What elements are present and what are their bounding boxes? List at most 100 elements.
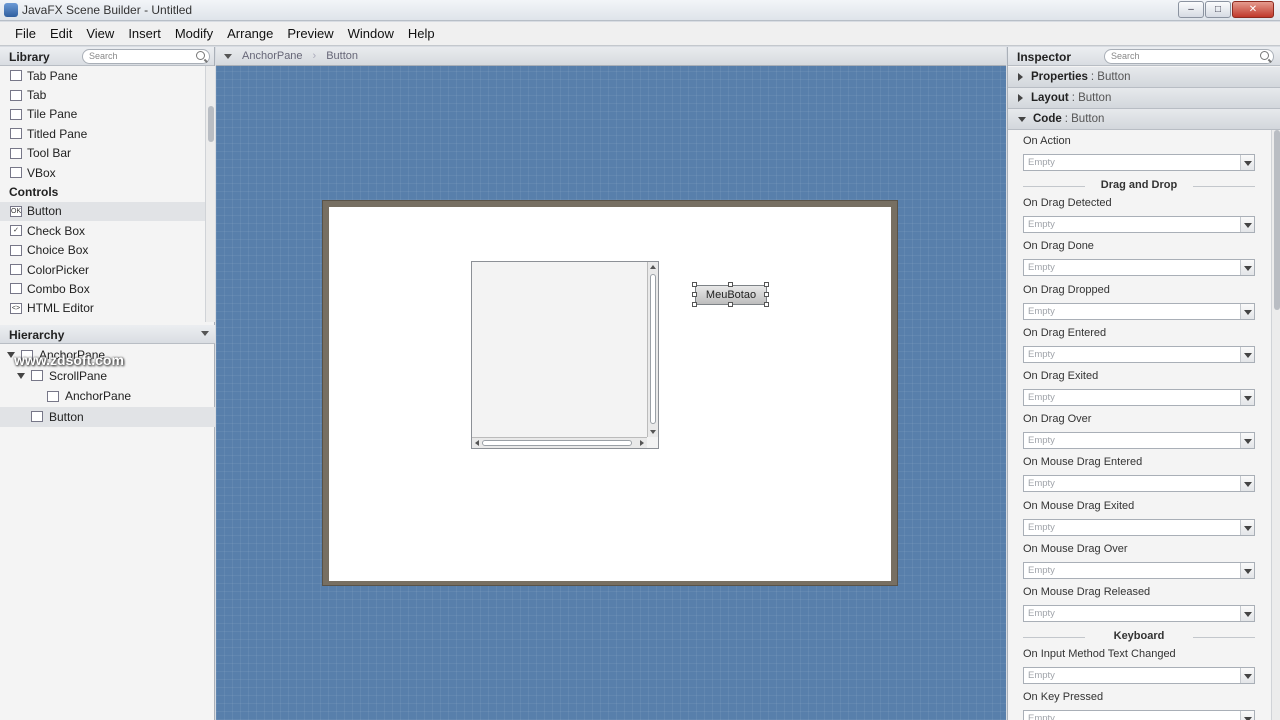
- hierarchy-node-label: ScrollPane: [49, 368, 108, 383]
- library-scrollbar[interactable]: [205, 66, 215, 322]
- combo-on-key-pressed[interactable]: Empty: [1023, 710, 1255, 720]
- scroll-pane-horizontal-thumb[interactable]: [482, 440, 632, 446]
- scroll-pane-horizontal-scrollbar[interactable]: [472, 437, 647, 448]
- scroll-pane[interactable]: [471, 261, 659, 449]
- inspector-scroll-thumb[interactable]: [1274, 130, 1280, 310]
- resize-handle-bottom-left[interactable]: [692, 302, 697, 307]
- section-target: : Button: [1064, 113, 1105, 125]
- library-item-label: Tile Pane: [27, 107, 78, 122]
- chevron-down-icon[interactable]: [1240, 433, 1254, 449]
- combo-on-input-method-text-changed[interactable]: Empty: [1023, 667, 1255, 685]
- inspector-section-layout[interactable]: Layout: Button: [1008, 88, 1280, 109]
- chevron-down-icon[interactable]: [201, 331, 209, 336]
- search-icon: [1260, 51, 1269, 60]
- combo-on-mouse-drag-exited[interactable]: Empty: [1023, 518, 1255, 536]
- chevron-down-icon[interactable]: [1240, 346, 1254, 362]
- chevron-down-icon[interactable]: [1240, 668, 1254, 684]
- maximize-button[interactable]: □: [1205, 1, 1231, 18]
- breadcrumb-item-anchorpane[interactable]: AnchorPane: [242, 50, 303, 62]
- chevron-down-icon[interactable]: [1240, 217, 1254, 233]
- inspector-scrollbar[interactable]: [1271, 130, 1280, 720]
- library-item-choice-box[interactable]: Choice Box: [0, 241, 205, 260]
- library-search-input[interactable]: Search: [82, 49, 210, 64]
- combo-placeholder: Empty: [1028, 348, 1055, 360]
- library-item-tile-pane[interactable]: Tile Pane: [0, 105, 205, 124]
- chevron-down-icon[interactable]: [1240, 390, 1254, 405]
- combo-on-mouse-drag-over[interactable]: Empty: [1023, 561, 1255, 579]
- combo-placeholder: Empty: [1028, 305, 1055, 317]
- tab-icon: [10, 89, 22, 101]
- menu-help[interactable]: Help: [401, 26, 442, 41]
- combo-on-drag-entered[interactable]: Empty: [1023, 345, 1255, 363]
- section-name: Layout: [1031, 92, 1069, 104]
- chevron-down-icon[interactable]: [1240, 711, 1254, 720]
- combo-on-drag-over[interactable]: Empty: [1023, 432, 1255, 450]
- scroll-up-icon[interactable]: [650, 265, 656, 269]
- inspector-section-code[interactable]: Code: Button: [1008, 109, 1280, 130]
- scroll-down-icon[interactable]: [650, 430, 656, 434]
- scroll-left-icon[interactable]: [475, 440, 479, 446]
- menu-arrange[interactable]: Arrange: [220, 26, 280, 41]
- menu-edit[interactable]: Edit: [43, 26, 79, 41]
- combo-on-mouse-drag-entered[interactable]: Empty: [1023, 475, 1255, 493]
- menu-file[interactable]: File: [8, 26, 43, 41]
- combo-on-action[interactable]: Empty: [1023, 154, 1255, 171]
- resize-handle-top[interactable]: [728, 282, 733, 287]
- menu-preview[interactable]: Preview: [280, 26, 340, 41]
- expand-toggle-icon[interactable]: [17, 372, 25, 379]
- library-item-colorpicker[interactable]: ColorPicker: [0, 260, 205, 279]
- chevron-right-icon: [1018, 94, 1023, 102]
- resize-handle-bottom-right[interactable]: [764, 302, 769, 307]
- breadcrumb-item-button[interactable]: Button: [326, 50, 358, 62]
- chevron-down-icon[interactable]: [1240, 562, 1254, 578]
- anchor-pane-stage[interactable]: MeuBotao: [329, 207, 891, 581]
- chevron-down-icon[interactable]: [1240, 606, 1254, 621]
- combo-on-drag-detected[interactable]: Empty: [1023, 216, 1255, 234]
- scroll-pane-vertical-scrollbar[interactable]: [647, 262, 658, 437]
- library-item-vbox[interactable]: VBox: [0, 163, 205, 182]
- combo-on-drag-exited[interactable]: Empty: [1023, 389, 1255, 406]
- library-item-tab[interactable]: Tab: [0, 85, 205, 104]
- chevron-down-icon[interactable]: [1240, 303, 1254, 319]
- library-item-html-editor[interactable]: <> HTML Editor: [0, 299, 205, 318]
- library-item-label: Tab Pane: [27, 68, 78, 83]
- combo-on-mouse-drag-released[interactable]: Empty: [1023, 605, 1255, 622]
- library-item-check-box[interactable]: ✓ Check Box: [0, 221, 205, 240]
- resize-handle-bottom[interactable]: [728, 302, 733, 307]
- menu-insert[interactable]: Insert: [121, 26, 168, 41]
- combo-on-drag-done[interactable]: Empty: [1023, 259, 1255, 277]
- inspector-search-placeholder: Search: [1111, 51, 1140, 61]
- menu-view[interactable]: View: [79, 26, 121, 41]
- resize-handle-top-right[interactable]: [764, 282, 769, 287]
- menu-modify[interactable]: Modify: [168, 26, 220, 41]
- hierarchy-node-button[interactable]: Button: [0, 406, 215, 427]
- chevron-down-icon[interactable]: [1240, 260, 1254, 276]
- chevron-down-icon[interactable]: [1240, 155, 1254, 170]
- library-scroll-thumb[interactable]: [208, 106, 214, 142]
- library-item-tool-bar[interactable]: Tool Bar: [0, 144, 205, 163]
- inspector-section-properties[interactable]: Properties: Button: [1008, 67, 1280, 88]
- library-item-combo-box[interactable]: Combo Box: [0, 279, 205, 298]
- library-category-controls: Controls: [9, 185, 59, 200]
- chevron-down-icon[interactable]: [224, 53, 232, 59]
- library-item-button[interactable]: OK Button: [0, 201, 205, 222]
- resize-handle-right[interactable]: [764, 292, 769, 297]
- label-on-input-method-text-changed: On Input Method Text Changed: [1023, 648, 1176, 661]
- inspector-search-input[interactable]: Search: [1104, 49, 1274, 64]
- chevron-down-icon[interactable]: [1240, 476, 1254, 492]
- menu-window[interactable]: Window: [341, 26, 401, 41]
- library-item-tab-pane[interactable]: Tab Pane: [0, 66, 205, 85]
- minimize-button[interactable]: –: [1178, 1, 1204, 18]
- library-item-titled-pane[interactable]: Titled Pane: [0, 124, 205, 143]
- resize-handle-left[interactable]: [692, 292, 697, 297]
- hierarchy-node-anchorpane[interactable]: AnchorPane: [0, 386, 215, 407]
- combo-on-drag-dropped[interactable]: Empty: [1023, 302, 1255, 320]
- design-canvas[interactable]: AnchorPane › Button MeuBotao: [216, 47, 1006, 720]
- chevron-down-icon[interactable]: [1240, 519, 1254, 535]
- close-button[interactable]: ✕: [1232, 1, 1274, 18]
- resize-handle-top-left[interactable]: [692, 282, 697, 287]
- scroll-pane-vertical-thumb[interactable]: [650, 274, 656, 424]
- hierarchy-node-scrollpane[interactable]: ScrollPane: [0, 366, 215, 387]
- scroll-right-icon[interactable]: [640, 440, 644, 446]
- tool-bar-icon: [10, 147, 22, 159]
